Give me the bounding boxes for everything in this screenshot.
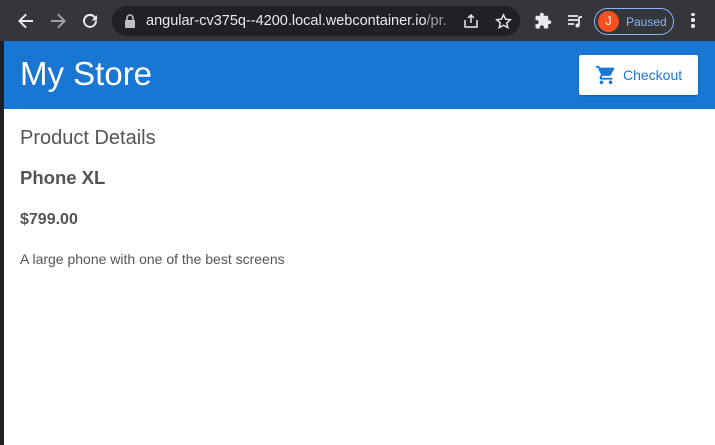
page-viewport: My Store Checkout Product Details Phone … [4,41,715,445]
avatar: J [598,11,619,32]
url-path: /pr... [426,13,446,29]
product-details: Product Details Phone XL $799.00 A large… [20,127,285,267]
profile-status: Paused [626,15,667,29]
browser-toolbar: angular-cv375q--4200.local.webcontainer.… [0,0,715,41]
store-top-bar: My Store Checkout [4,41,715,109]
checkout-button[interactable]: Checkout [579,55,698,95]
forward-arrow-icon[interactable] [46,9,70,33]
product-description: A large phone with one of the best scree… [20,251,285,267]
menu-icon[interactable] [686,11,700,31]
url-text[interactable]: angular-cv375q--4200.local.webcontainer.… [146,13,446,29]
back-arrow-icon[interactable] [14,9,38,33]
url-host: angular-cv375q--4200.local.webcontainer.… [146,13,427,29]
address-bar[interactable]: angular-cv375q--4200.local.webcontainer.… [112,6,520,36]
reload-icon[interactable] [78,9,102,33]
profile-button[interactable]: J Paused [594,8,674,35]
share-icon[interactable] [462,12,480,30]
shopping-cart-icon [595,64,617,91]
product-price: $799.00 [20,211,78,228]
lock-icon[interactable] [124,14,136,33]
product-name: Phone XL [20,167,106,188]
star-icon[interactable] [494,12,512,30]
extensions-icon[interactable] [532,10,554,32]
store-title[interactable]: My Store [20,55,152,93]
section-heading: Product Details [20,127,156,149]
media-queue-icon[interactable] [564,10,586,32]
checkout-label: Checkout [623,67,683,83]
